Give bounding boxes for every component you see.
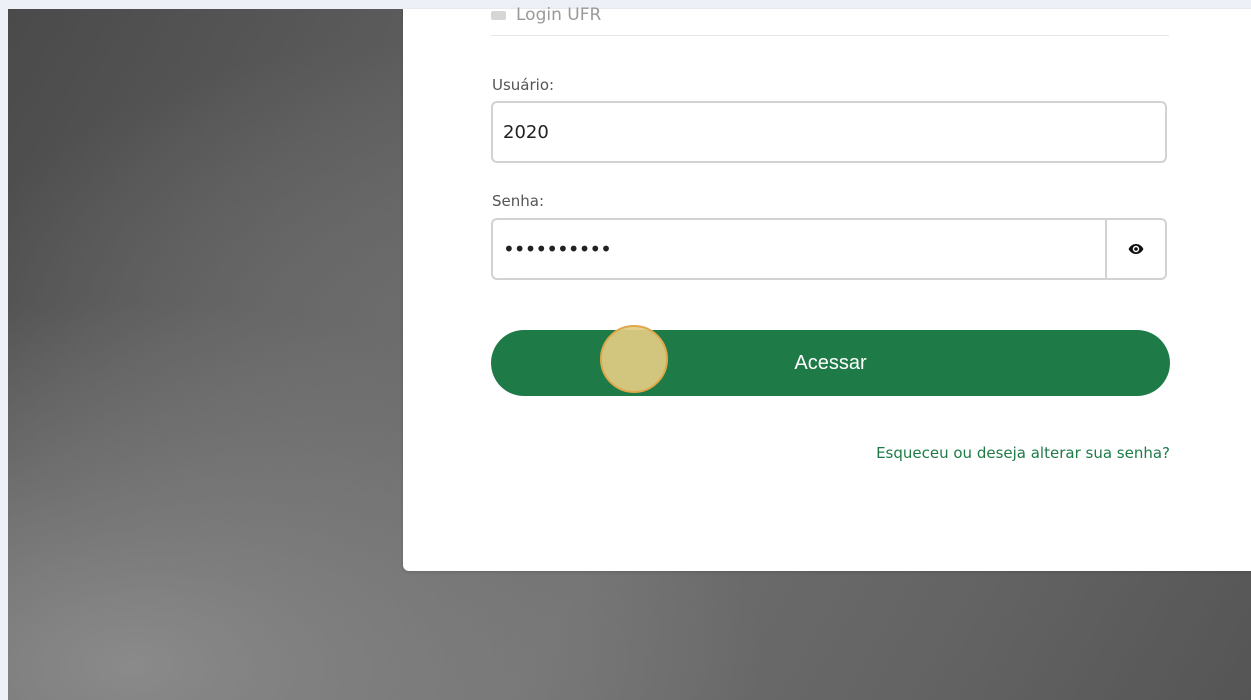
password-field-wrapper <box>491 218 1167 280</box>
click-indicator <box>600 325 668 393</box>
username-field-wrapper <box>491 101 1167 163</box>
divider <box>491 35 1169 36</box>
toggle-password-visibility-button[interactable] <box>1105 220 1165 278</box>
submit-button[interactable]: Acessar <box>491 330 1170 396</box>
forgot-password-link[interactable]: Esqueceu ou deseja alterar sua senha? <box>876 444 1170 462</box>
password-label: Senha: <box>492 192 545 210</box>
login-card: Login UFR Usuário: Senha: Acessar Esquec… <box>403 5 1251 571</box>
login-option-label: Login UFR <box>516 5 602 25</box>
login-option-checkbox[interactable] <box>491 11 506 20</box>
eye-icon <box>1128 244 1144 254</box>
username-label: Usuário: <box>492 76 555 94</box>
username-input[interactable] <box>503 103 1063 161</box>
password-input[interactable] <box>503 220 1063 278</box>
login-option[interactable]: Login UFR <box>491 0 601 25</box>
